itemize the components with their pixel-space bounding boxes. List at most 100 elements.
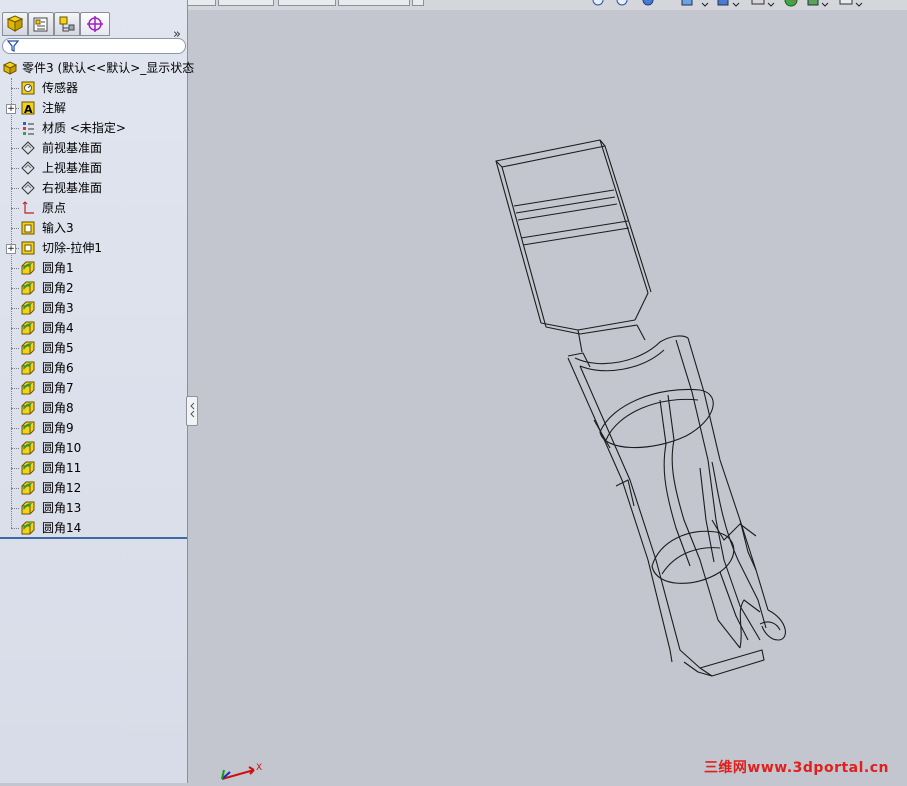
display-style-icon[interactable] bbox=[751, 0, 775, 7]
tree-item[interactable]: 圆角2 bbox=[0, 278, 187, 298]
tree-item[interactable]: 上视基准面 bbox=[0, 158, 187, 178]
fillet-icon bbox=[21, 301, 35, 315]
dimxpert-tab-icon bbox=[87, 16, 103, 32]
view-orientation-icon[interactable] bbox=[717, 0, 740, 7]
tree-connector bbox=[11, 308, 19, 309]
tree-root-part[interactable]: 零件3 (默认<<默认>_显示状态 bbox=[0, 58, 194, 78]
tree-item[interactable]: 圆角7 bbox=[0, 378, 187, 398]
zoom-to-fit-icon[interactable] bbox=[592, 0, 604, 6]
tree-item-label: 圆角9 bbox=[42, 421, 74, 435]
tree-item[interactable]: 圆角14 bbox=[0, 518, 187, 538]
part-name-label: 零件3 (默认<<默认>_显示状态 bbox=[22, 61, 195, 75]
tree-item[interactable]: 圆角6 bbox=[0, 358, 187, 378]
tree-item[interactable]: 前视基准面 bbox=[0, 138, 187, 158]
graphics-viewport[interactable]: X 三维网www.3dportal.cn bbox=[188, 10, 907, 783]
fillet-icon bbox=[21, 521, 35, 535]
tree-item[interactable]: 圆角4 bbox=[0, 318, 187, 338]
section-view-icon[interactable] bbox=[681, 0, 709, 7]
tab-dimxpert[interactable] bbox=[80, 12, 110, 36]
tree-item-label: 圆角11 bbox=[42, 461, 82, 475]
tree-item[interactable]: 圆角11 bbox=[0, 458, 187, 478]
plane-icon bbox=[21, 181, 35, 195]
tab-partial-2[interactable] bbox=[218, 0, 274, 6]
fillet-icon bbox=[21, 321, 35, 335]
import-icon bbox=[21, 221, 35, 235]
watermark: 三维网www.3dportal.cn bbox=[703, 760, 889, 776]
tree-connector bbox=[11, 148, 19, 149]
property-manager-tab-icon bbox=[33, 17, 48, 32]
tree-item[interactable]: 圆角12 bbox=[0, 478, 187, 498]
cut-extrude-icon bbox=[21, 241, 35, 255]
tab-partial-1[interactable] bbox=[184, 0, 216, 6]
tree-item[interactable]: 原点 bbox=[0, 198, 187, 218]
feature-manager-panel: » 零件3 (默认<<默认>_显示状态 传感器 + A 注解 材质 <未指定> 前视基准面… bbox=[0, 0, 194, 783]
tree-item-label: 上视基准面 bbox=[42, 161, 103, 175]
tree-item[interactable]: 右视基准面 bbox=[0, 178, 187, 198]
tree-item[interactable]: 圆角1 bbox=[0, 258, 187, 278]
tree-item-label: 圆角2 bbox=[42, 281, 74, 295]
svg-text:A: A bbox=[24, 103, 33, 116]
feature-manager-tab-icon bbox=[6, 15, 24, 32]
tree-item[interactable]: 圆角10 bbox=[0, 438, 187, 458]
tree-item[interactable]: 圆角8 bbox=[0, 398, 187, 418]
tree-item[interactable]: 材质 <未指定> bbox=[0, 118, 187, 138]
tab-configuration-manager[interactable] bbox=[54, 12, 80, 36]
tree-item[interactable]: 圆角9 bbox=[0, 418, 187, 438]
tree-connector bbox=[11, 368, 19, 369]
view-settings-icon[interactable] bbox=[839, 0, 863, 7]
tab-feature-manager[interactable] bbox=[2, 12, 28, 36]
tree-item[interactable]: 圆角3 bbox=[0, 298, 187, 318]
tree-item-label: 圆角13 bbox=[42, 501, 82, 515]
tab-partial-3[interactable] bbox=[278, 0, 336, 6]
tree-connector bbox=[11, 448, 19, 449]
sensor-icon bbox=[21, 81, 35, 95]
tree-item[interactable]: 传感器 bbox=[0, 78, 187, 98]
tree-item-label: 切除-拉伸1 bbox=[42, 241, 102, 255]
tree-connector bbox=[11, 168, 19, 169]
appearance-icon[interactable] bbox=[784, 0, 798, 7]
fillet-icon bbox=[21, 361, 35, 375]
tree-item-label: 圆角6 bbox=[42, 361, 74, 375]
plane-icon bbox=[21, 141, 35, 155]
fillet-icon bbox=[21, 281, 35, 295]
tab-partial-5[interactable] bbox=[412, 0, 424, 6]
tree-item-label: 圆角14 bbox=[42, 521, 82, 535]
annotation-icon: A bbox=[21, 101, 35, 116]
tab-property-manager[interactable] bbox=[28, 12, 54, 36]
previous-view-icon[interactable] bbox=[642, 0, 654, 6]
tree-item[interactable]: 圆角5 bbox=[0, 338, 187, 358]
origin-icon bbox=[22, 201, 34, 214]
tree-connector bbox=[11, 348, 19, 349]
tree-item-label: 材质 <未指定> bbox=[42, 121, 126, 135]
fillet-icon bbox=[21, 441, 35, 455]
tree-connector bbox=[11, 408, 19, 409]
tree-item-label: 前视基准面 bbox=[42, 141, 103, 155]
expand-plus-icon[interactable]: + bbox=[6, 104, 16, 114]
tree-item[interactable]: 输入3 bbox=[0, 218, 187, 238]
configuration-manager-tab-icon bbox=[59, 16, 75, 32]
tree-connector bbox=[11, 508, 19, 509]
tree-connector bbox=[11, 468, 19, 469]
tree-item-label: 输入3 bbox=[42, 221, 74, 235]
scene-icon[interactable] bbox=[807, 0, 829, 7]
part-wireframe-model[interactable]: X bbox=[188, 10, 907, 783]
tree-filter-input[interactable] bbox=[2, 38, 186, 54]
tree-item[interactable]: + A 注解 bbox=[0, 98, 187, 118]
tree-item[interactable]: + 切除-拉伸1 bbox=[0, 238, 187, 258]
tree-item[interactable]: 圆角13 bbox=[0, 498, 187, 518]
part-icon bbox=[2, 61, 18, 75]
tree-item-label: 圆角8 bbox=[42, 401, 74, 415]
tree-connector bbox=[11, 288, 19, 289]
axis-triad bbox=[221, 766, 255, 780]
tree-item-label: 圆角10 bbox=[42, 441, 82, 455]
expand-plus-icon[interactable]: + bbox=[6, 244, 16, 254]
tree-item-label: 圆角12 bbox=[42, 481, 82, 495]
tree-connector bbox=[11, 328, 19, 329]
fillet-icon bbox=[21, 341, 35, 355]
tree-item-label: 圆角3 bbox=[42, 301, 74, 315]
tree-item-label: 注解 bbox=[42, 101, 67, 115]
tab-partial-4[interactable] bbox=[338, 0, 410, 6]
tree-item-label: 圆角4 bbox=[42, 321, 74, 335]
filter-icon bbox=[7, 40, 19, 52]
zoom-area-icon[interactable] bbox=[616, 0, 628, 6]
